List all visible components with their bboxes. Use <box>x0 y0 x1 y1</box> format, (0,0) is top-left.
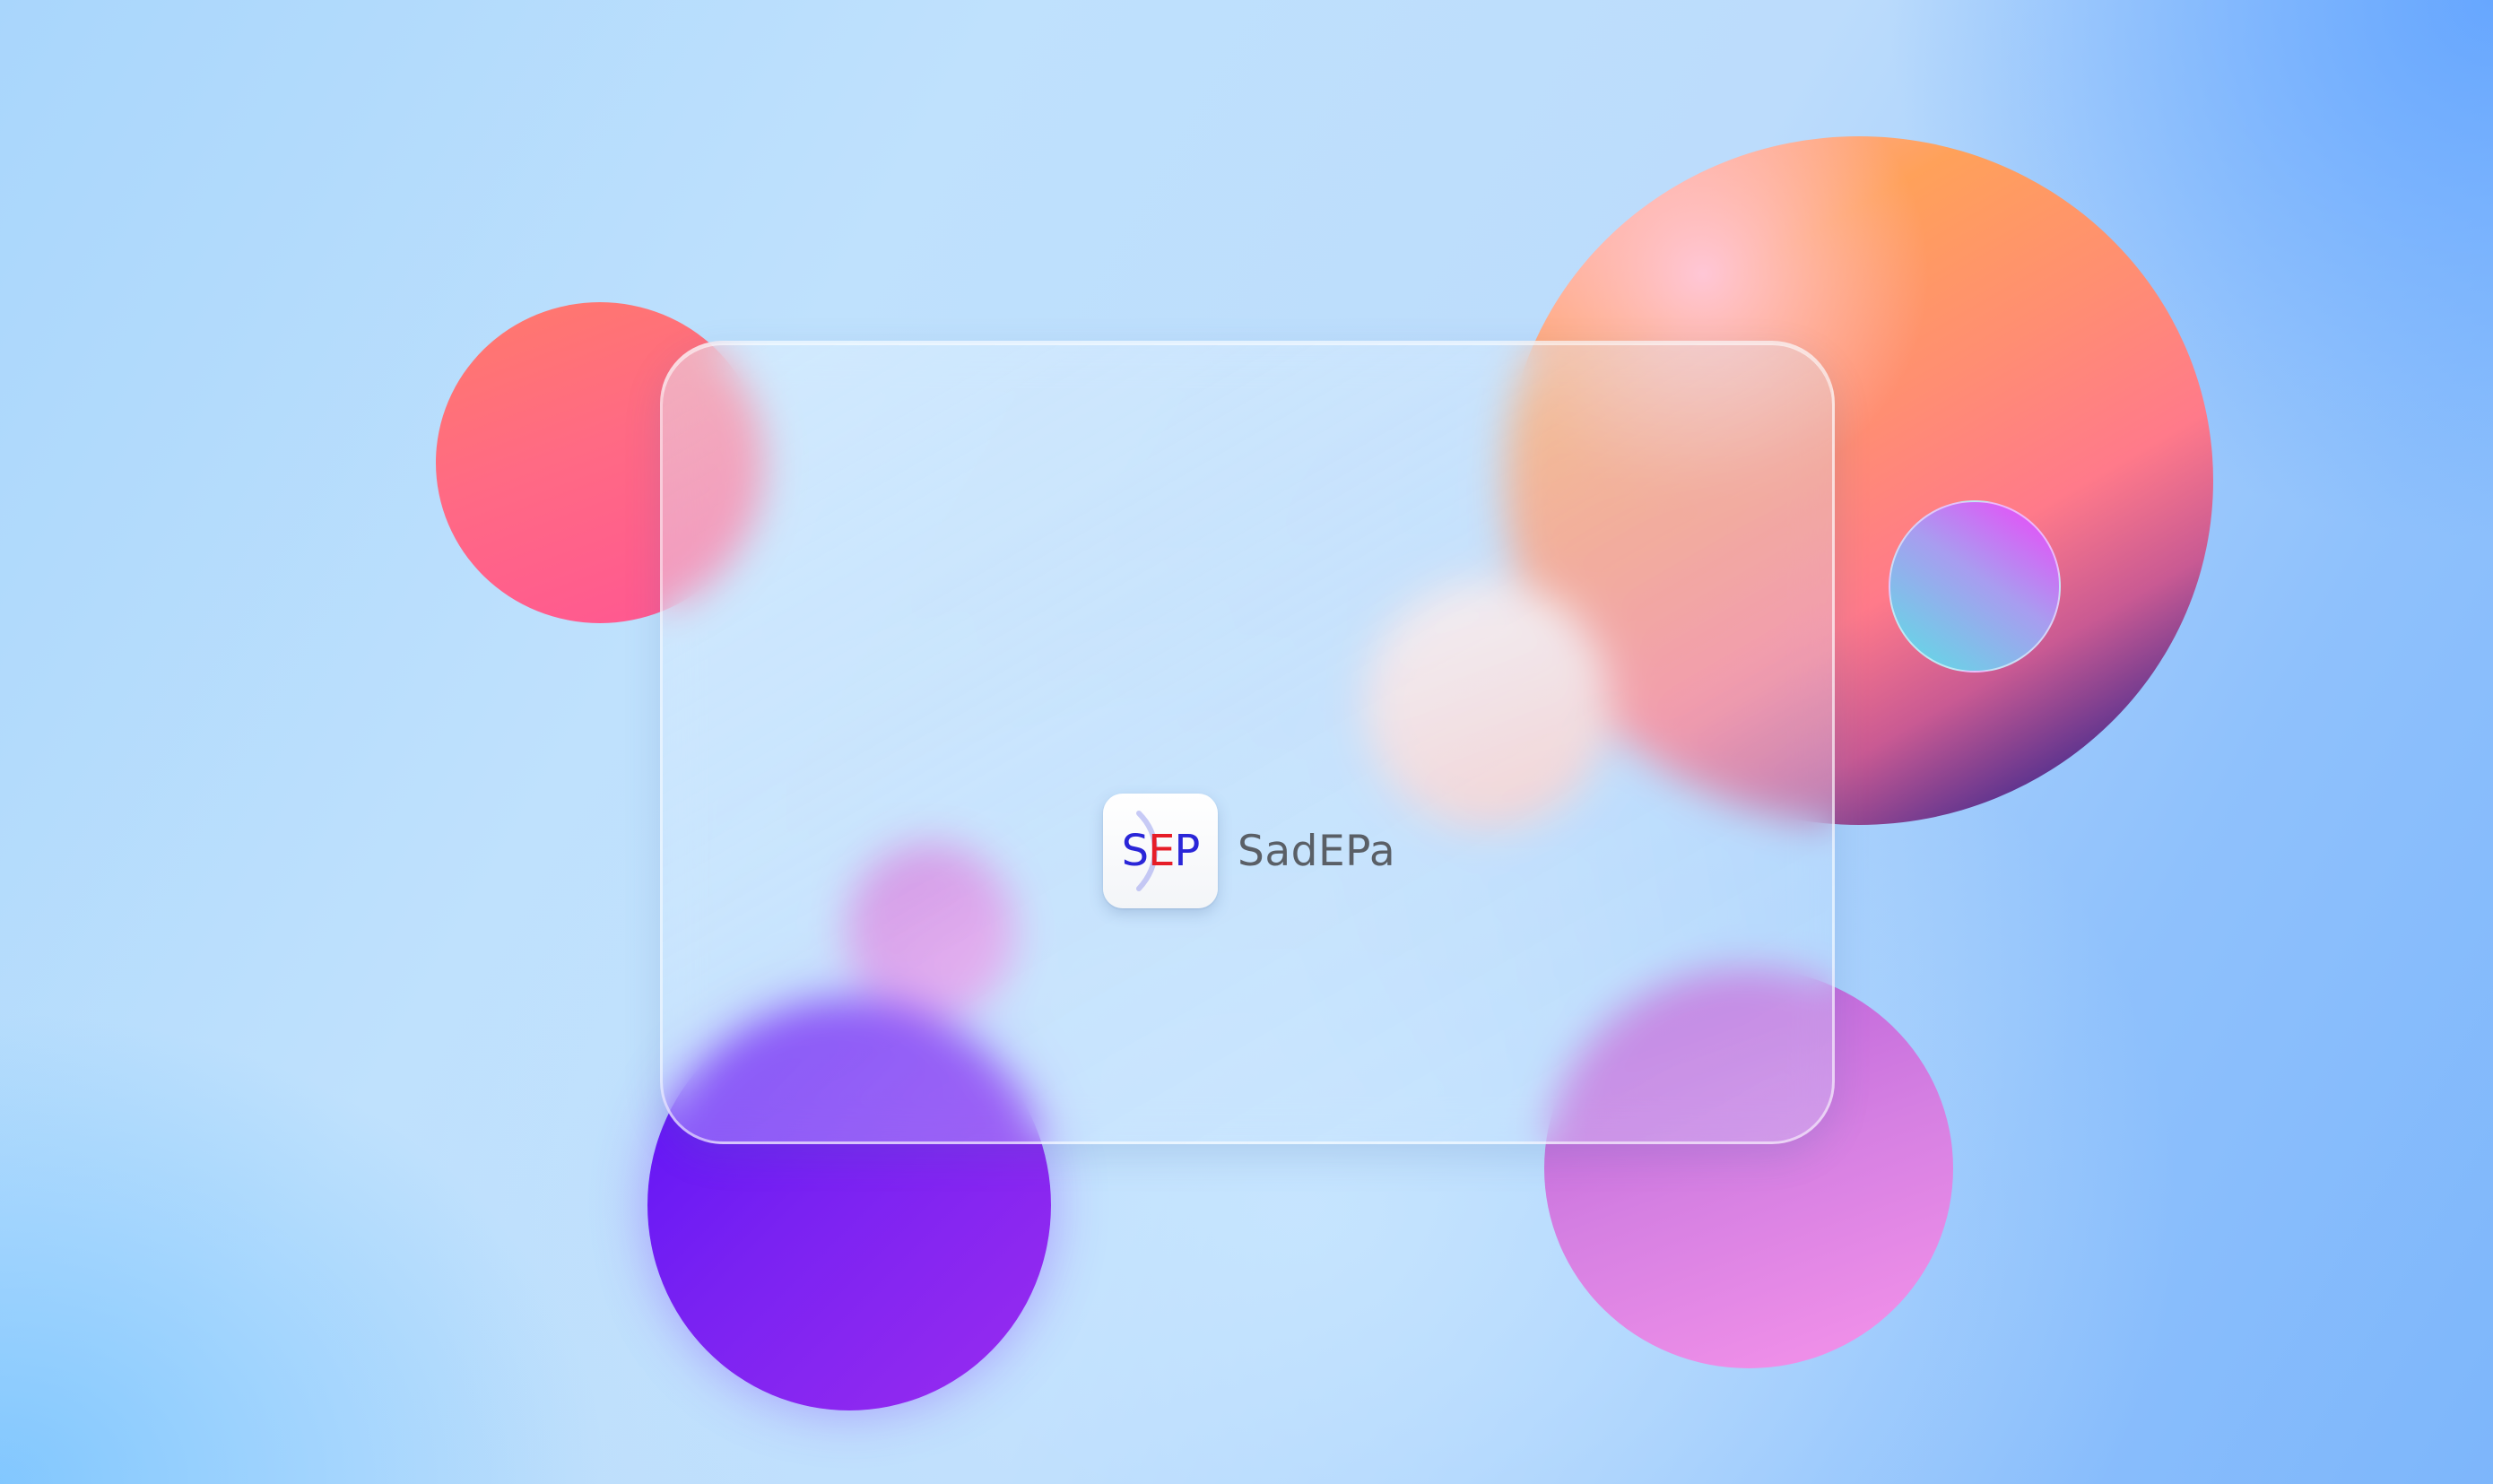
logo-letter-e: E <box>1148 826 1175 876</box>
brand-name: SadEPa <box>1238 826 1396 876</box>
glass-card <box>660 341 1835 1144</box>
logo-letter-p: P <box>1174 826 1200 876</box>
logo-letters: SEP <box>1121 826 1201 876</box>
app-logo-icon: SEP <box>1103 794 1218 908</box>
logo-letter-s: S <box>1121 826 1149 876</box>
decorative-gradient-orb <box>1889 500 2061 673</box>
background-scene: SEP SadEPa <box>0 0 2493 1484</box>
brand-lockup: SEP SadEPa <box>1103 793 1395 909</box>
